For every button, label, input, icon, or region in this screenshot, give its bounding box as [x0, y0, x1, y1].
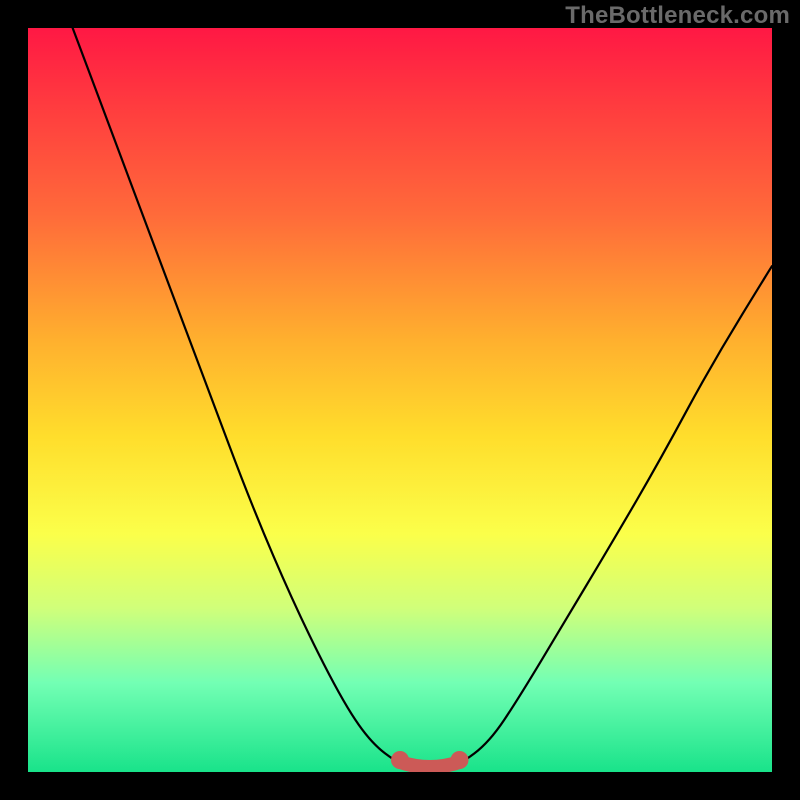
optimal-range-start-dot: [391, 751, 409, 769]
watermark-label: TheBottleneck.com: [565, 2, 790, 30]
optimal-range-marker: [400, 762, 460, 767]
bottleneck-chart: [28, 28, 772, 772]
optimal-range-end-dot: [451, 751, 469, 769]
chart-frame: TheBottleneck.com: [0, 0, 800, 800]
bottleneck-curve-line: [28, 28, 772, 768]
plot-area: [28, 28, 772, 772]
